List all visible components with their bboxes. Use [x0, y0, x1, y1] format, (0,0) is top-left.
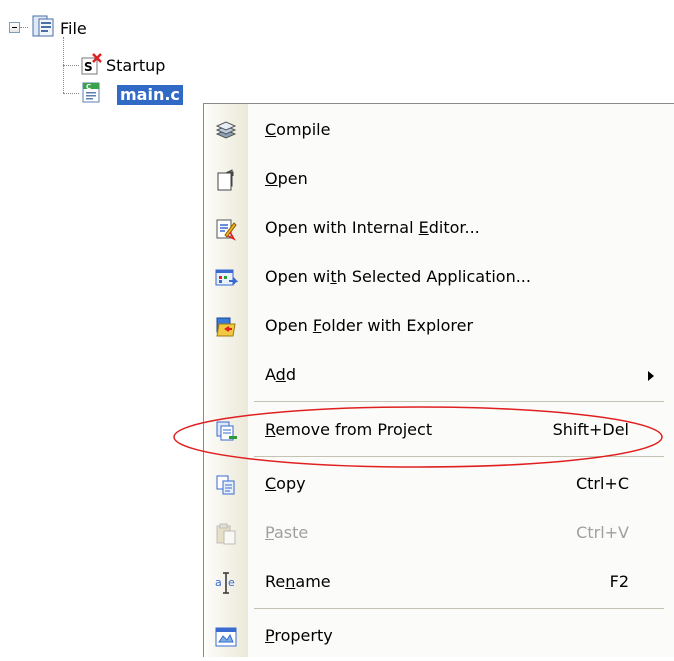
menu-item-property[interactable]: Property	[204, 612, 674, 661]
svg-text:S: S	[84, 60, 93, 74]
svg-text:e: e	[228, 576, 235, 589]
menu-item-label: Property	[265, 626, 333, 645]
menu-item-shortcut: Ctrl+V	[576, 523, 629, 542]
menu-item-label: Open Folder with Explorer	[265, 316, 474, 335]
startup-file-icon: S	[80, 52, 104, 76]
compile-icon	[214, 119, 238, 143]
menu-item-shortcut: Ctrl+C	[575, 474, 629, 493]
menu-item-paste[interactable]: Paste Ctrl+V	[204, 509, 674, 558]
menu-item-label: Add	[265, 365, 296, 384]
submenu-arrow-icon	[648, 371, 654, 381]
menu-item-shortcut: F2	[609, 572, 629, 591]
open-folder-icon	[214, 315, 238, 339]
property-icon	[214, 625, 238, 649]
open-internal-editor-icon	[214, 217, 238, 241]
project-tree: File S Startup C main.c	[0, 0, 220, 120]
menu-item-label: Compile	[265, 120, 331, 139]
menu-item-label: Open with Selected Application...	[265, 267, 531, 286]
menu-separator	[254, 401, 664, 402]
menu-item-label: Rename	[265, 572, 331, 591]
c-source-file-icon: C	[80, 80, 104, 104]
collapse-toggle[interactable]	[9, 22, 20, 33]
menu-item-label: Open	[265, 169, 308, 188]
menu-item-open-folder[interactable]: Open Folder with Explorer	[204, 302, 674, 351]
tree-connector	[20, 27, 28, 28]
menu-item-label: Copy	[265, 474, 306, 493]
tree-connector	[63, 93, 79, 94]
menu-item-label: Paste	[265, 523, 309, 542]
highlight-oval	[173, 406, 663, 468]
copy-icon	[214, 473, 238, 497]
open-selected-app-icon	[214, 266, 239, 290]
menu-item-compile[interactable]: Compile	[204, 106, 674, 155]
svg-text:a: a	[215, 576, 222, 589]
menu-item-label: Open with Internal Editor...	[265, 218, 480, 237]
folder-icon	[30, 14, 56, 38]
svg-text:C: C	[86, 83, 91, 91]
menu-separator	[254, 608, 664, 609]
menu-item-add[interactable]: Add	[204, 351, 674, 400]
open-icon	[214, 168, 238, 192]
menu-item-open-selected-app[interactable]: Open with Selected Application...	[204, 253, 674, 302]
menu-item-rename[interactable]: a e Rename F2	[204, 558, 674, 607]
menu-item-open[interactable]: Open	[204, 155, 674, 204]
tree-connector	[63, 65, 79, 66]
tree-item-main-c[interactable]: main.c	[117, 85, 183, 105]
tree-item-file[interactable]: File	[60, 19, 87, 39]
rename-icon: a e	[214, 571, 238, 595]
paste-icon	[214, 522, 238, 546]
tree-item-startup[interactable]: Startup	[106, 56, 165, 76]
menu-item-open-internal-editor[interactable]: Open with Internal Editor...	[204, 204, 674, 253]
context-menu: Compile Open Open with Internal Editor..…	[203, 103, 674, 657]
